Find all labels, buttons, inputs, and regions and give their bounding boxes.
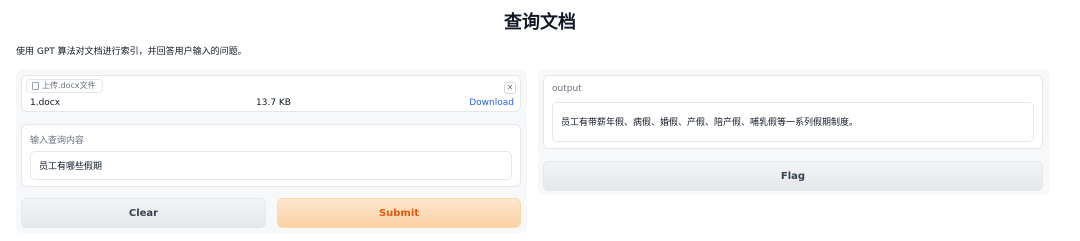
query-card: 输入查询内容 员工有哪些假期	[21, 124, 521, 187]
output-textbox[interactable]: 员工有带薪年假、病假、婚假、产假、陪产假、哺乳假等一系列假期制度。	[552, 102, 1034, 142]
query-input[interactable]: 员工有哪些假期	[30, 151, 512, 180]
upload-label-text: 上传.docx文件	[42, 81, 96, 90]
uploaded-file-size: 13.7 KB	[256, 98, 291, 108]
output-panel: output 员工有带薪年假、病假、婚假、产假、陪产假、哺乳假等一系列假期制度。…	[538, 69, 1049, 195]
remove-file-button[interactable]: ✕	[504, 82, 516, 94]
document-icon	[32, 82, 39, 90]
upload-label: 上传.docx文件	[26, 79, 103, 93]
page-title: 查询文档	[504, 12, 576, 33]
output-label: output	[552, 84, 582, 94]
input-panel: 上传.docx文件 ✕ 1.docx 13.7 KB Download 输入查询…	[16, 69, 527, 233]
page-description: 使用 GPT 算法对文档进行索引，并回答用户输入的问题。	[16, 47, 247, 57]
download-link[interactable]: Download	[469, 98, 514, 108]
output-card: output 员工有带薪年假、病假、婚假、产假、陪产假、哺乳假等一系列假期制度。	[543, 75, 1043, 149]
submit-button[interactable]: Submit	[277, 198, 521, 228]
file-upload-card: 上传.docx文件 ✕ 1.docx 13.7 KB Download	[21, 75, 521, 112]
clear-button[interactable]: Clear	[21, 198, 266, 228]
flag-button[interactable]: Flag	[543, 161, 1043, 191]
query-label: 输入查询内容	[30, 136, 85, 146]
uploaded-file-name: 1.docx	[30, 98, 61, 108]
